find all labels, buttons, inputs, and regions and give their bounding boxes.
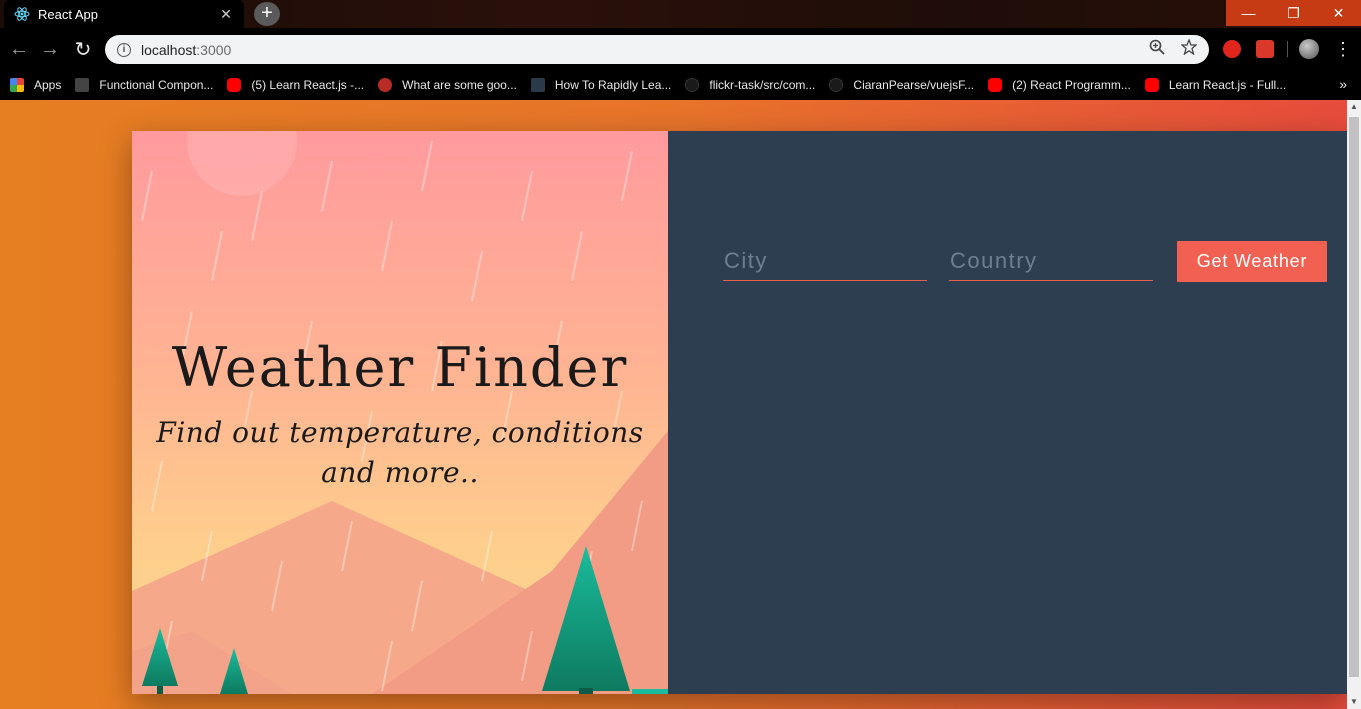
zoom-icon[interactable] [1149,39,1165,60]
bookmark-item[interactable]: Apps [10,78,61,92]
bookmark-item[interactable]: (2) React Programm... [988,78,1131,92]
bookmark-item[interactable]: Functional Compon... [75,78,213,92]
page-icon [75,78,90,92]
page-subtitle: Find out temperature, conditions and mor… [156,416,644,489]
address-bar[interactable]: i localhost :3000 [105,35,1209,64]
tab-strip: React App ✕ + — ❐ ✕ [0,0,1361,28]
youtube-icon [988,78,1003,92]
scroll-up-icon[interactable]: ▲ [1347,100,1361,114]
react-icon [530,78,545,92]
forward-button[interactable]: → [38,37,62,61]
bookmark-item[interactable]: (5) Learn React.js -... [227,78,364,92]
tab-title: React App [38,6,98,22]
extension-icon[interactable] [1256,40,1274,58]
github-icon [829,78,844,92]
city-input[interactable] [723,241,927,281]
bookmark-item[interactable]: CiaranPearse/vuejsF... [829,78,974,92]
get-weather-button[interactable]: Get Weather [1177,241,1327,282]
new-tab-button[interactable]: + [254,2,280,26]
close-tab-icon[interactable]: ✕ [218,6,234,23]
minimize-button[interactable]: — [1226,0,1271,26]
title-panel: Weather Finder Find out temperature, con… [132,131,668,694]
react-icon [14,6,30,22]
bookmark-item[interactable]: How To Rapidly Lea... [530,78,671,92]
toolbar-divider [1287,41,1288,57]
info-icon[interactable]: i [117,42,131,57]
page-viewport: Weather Finder Find out temperature, con… [0,100,1347,709]
bookmarks-bar: Apps Functional Compon... (5) Learn Reac… [0,70,1361,100]
url-port: :3000 [196,41,232,58]
title-block: Weather Finder Find out temperature, con… [132,336,668,493]
weather-card: Weather Finder Find out temperature, con… [132,131,1347,694]
page-scrollbar[interactable]: ▲ ▼ [1347,100,1361,709]
form-panel: Get Weather [668,131,1347,694]
browser-tab[interactable]: React App ✕ [4,0,244,28]
url-host: localhost [141,41,197,58]
bookmark-item[interactable]: What are some goo... [378,78,517,92]
reload-button[interactable]: ↻ [71,37,95,61]
maximize-button[interactable]: ❐ [1271,0,1316,26]
adblock-extension-icon[interactable] [1223,40,1241,58]
browser-toolbar: ← → ↻ i localhost :3000 ⋮ [0,28,1361,70]
scrollbar-thumb[interactable] [1349,117,1359,677]
back-button[interactable]: ← [7,37,31,61]
profile-avatar[interactable] [1299,39,1319,59]
scroll-down-icon[interactable]: ▼ [1347,695,1361,709]
bookmark-item[interactable]: Learn React.js - Full... [1144,78,1286,92]
bookmarks-overflow-button[interactable]: » [1339,76,1347,92]
bookmark-star-icon[interactable] [1180,38,1198,60]
country-input[interactable] [949,241,1153,281]
youtube-icon [227,78,242,92]
quora-icon [378,78,393,92]
apps-grid-icon [10,78,24,92]
close-window-button[interactable]: ✕ [1316,0,1361,26]
youtube-icon [1144,78,1159,92]
bookmark-item[interactable]: flickr-task/src/com... [685,78,815,92]
github-icon [685,78,700,92]
menu-icon[interactable]: ⋮ [1334,39,1352,59]
page-title: Weather Finder [171,336,629,399]
